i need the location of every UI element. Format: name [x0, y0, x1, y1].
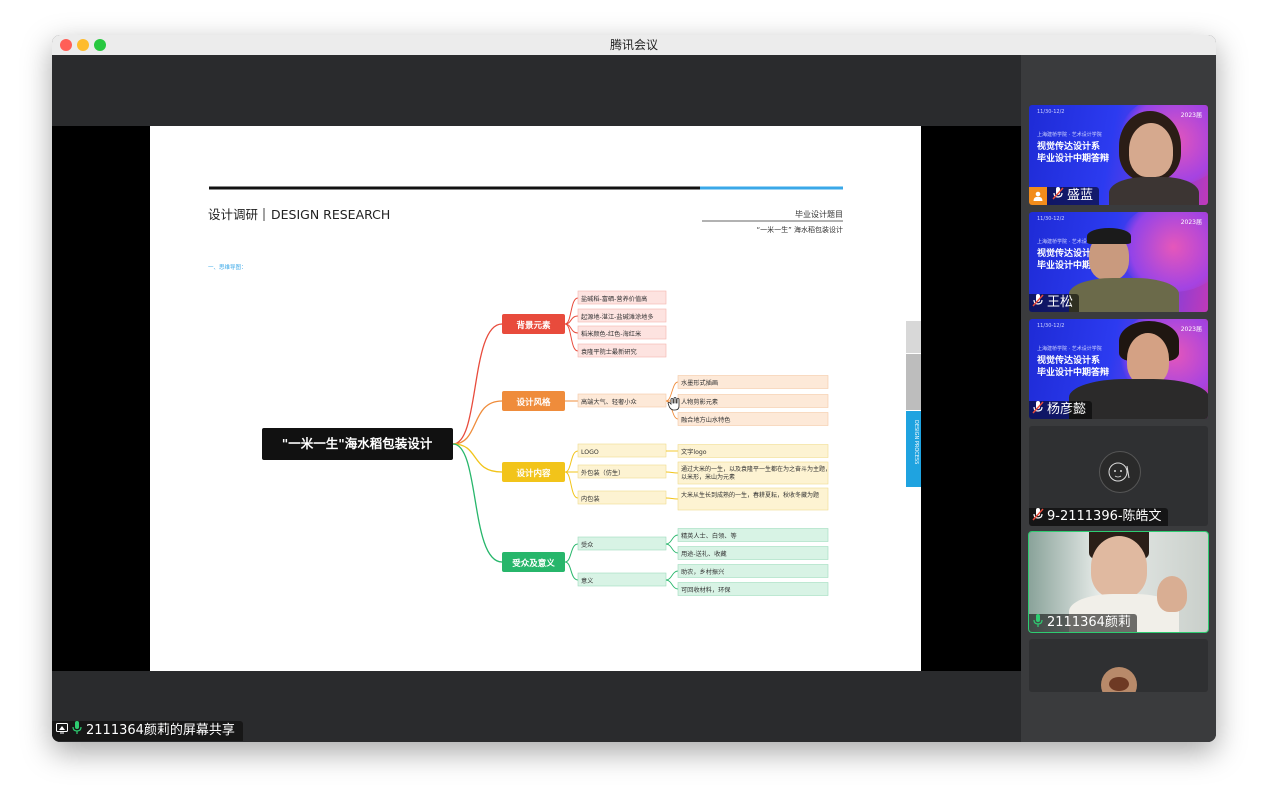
tile-banner-line-2: 毕业设计中期: [1037, 261, 1092, 271]
mindmap-branch-label: 设计风格: [516, 397, 551, 408]
mindmap-leaf-label: 通过大米的一生，以及袁隆平一生都在为之奋斗为主题，: [681, 465, 831, 473]
mic-muted-icon: [1032, 293, 1044, 313]
mindmap-branch-label: 设计内容: [516, 468, 551, 479]
mindmap-leaf-label: 文字logo: [681, 448, 707, 456]
participant-name: 王松: [1047, 295, 1074, 310]
meeting-window: 腾讯会议 设计调研 DESIGN RESEARCH 毕业设计题目 “一米一生” …: [52, 35, 1216, 742]
side-tab-2: [906, 354, 921, 410]
participant-name: 盛蓝: [1067, 188, 1094, 203]
screen-share-label-text: 2111364颜莉的屏幕共享: [86, 723, 235, 738]
participant-avatar: [1099, 451, 1141, 493]
mindmap-leaf-label: 可回收材料，环保: [681, 586, 731, 594]
mindmap-connector: [665, 497, 679, 500]
screen-share-area[interactable]: 设计调研 DESIGN RESEARCH 毕业设计题目 “一米一生” 海水稻包装…: [52, 55, 1021, 742]
participant-tile-active[interactable]: 2111364颜莉: [1028, 531, 1209, 633]
tile-year: 2023届: [1180, 112, 1202, 119]
participant-name: 杨彦懿: [1047, 402, 1087, 417]
mindmap-connector: [564, 561, 579, 581]
hand-cursor-icon: [667, 397, 680, 411]
mindmap-child-label: 高端大气、轻奢小众: [581, 398, 637, 406]
participant-tile[interactable]: 11/30-12/2 2023届 上海建桥学院 · 艺术设计学院 视觉传达设计系…: [1029, 319, 1208, 419]
host-badge-icon: [1029, 187, 1047, 205]
window-title: 腾讯会议: [609, 38, 658, 52]
mindmap-leaf-label: 融合地方山水特色: [681, 416, 731, 424]
mic-active-icon: [72, 721, 82, 741]
tile-year: 2023届: [1180, 326, 1202, 333]
mic-muted-icon: [1032, 400, 1044, 420]
mindmap-child-label: 盐碱稻-富硒-营养价值高: [581, 295, 647, 303]
mindmap-leaf-label: 水墨形式插画: [681, 379, 718, 387]
mindmap-child-label: 外包装（仿生）: [581, 469, 624, 477]
mindmap-child-label: 袁隆平院士最新研究: [581, 348, 637, 356]
tile-date: 11/30-12/2: [1037, 216, 1065, 222]
tile-banner-line-2: 毕业设计中期答辩: [1037, 368, 1110, 378]
topic-text: “一米一生” 海水稻包装设计: [757, 225, 843, 234]
mindmap-connector: [564, 543, 579, 563]
mindmap-leaf-label: 以米形，米山为元素: [681, 473, 735, 481]
participant-nameplate: 杨彦懿: [1029, 400, 1093, 420]
mindmap: "一米一生"海水稻包装设计 背景元素 盐碱稻-富硒-营养价值高起源地-湛江-盐碱滩涂…: [262, 290, 831, 596]
shared-slide: 设计调研 DESIGN RESEARCH 毕业设计题目 “一米一生” 海水稻包装…: [150, 126, 921, 671]
mindmap-child-label: 受众: [581, 541, 593, 549]
mindmap-root-label: "一米一生"海水稻包装设计: [282, 436, 433, 451]
screen-share-icon: [56, 721, 68, 741]
participant-nameplate: 9-2111396-陈皓文: [1029, 507, 1168, 527]
mindmap-branch-label: 受众及意义: [512, 558, 555, 569]
mindmap-leaf-label: 人物剪影元素: [681, 398, 718, 406]
tile-year: 2023届: [1180, 219, 1202, 226]
mindmap-leaf-label: 大米从生长到成熟的一生，春耕夏耘，秋收冬藏为题: [681, 491, 819, 499]
mindmap-connector: [564, 471, 579, 499]
participant-nameplate: 盛蓝: [1029, 186, 1100, 206]
mindmap-child-label: LOGO: [581, 449, 599, 456]
title-bar: 腾讯会议: [52, 35, 1216, 56]
mindmap-leaf-label: 精英人士、白领、等: [681, 532, 737, 540]
mindmap-leaf-label: 用途-送礼、收藏: [681, 550, 727, 558]
slide-heading-cn: 设计调研: [208, 207, 258, 222]
tile-date: 11/30-12/2: [1037, 323, 1065, 329]
participant-name: 9-2111396-陈皓文: [1047, 509, 1162, 524]
mindmap-child-label: 内包装: [581, 495, 600, 503]
mindmap-leaf-label: 助农，乡村振兴: [681, 568, 724, 576]
mindmap-connector: [564, 450, 579, 473]
mic-active-icon: [1032, 613, 1044, 633]
slide-canvas: 设计调研 DESIGN RESEARCH 毕业设计题目 “一米一生” 海水稻包装…: [208, 186, 921, 596]
side-tab-design-process-label: DESIGN PROCESS: [913, 420, 919, 464]
mindmap-connector: [564, 323, 579, 352]
participant-sidebar[interactable]: 11/30-12/2 2023届 上海建桥学院 · 艺术设计学院 视觉传达设计系…: [1021, 55, 1216, 742]
participant-tile[interactable]: 11/30-12/2 2023届 上海建桥学院 · 艺术设计学院 视觉传达设计系…: [1029, 105, 1208, 205]
mindmap-connector: [665, 543, 679, 554]
mindmap-child-label: 稻米颜色-红色-海红米: [581, 330, 641, 338]
mindmap-child-label: 起源地-湛江-盐碱滩涂地多: [581, 313, 654, 321]
participant-name: 2111364颜莉: [1047, 615, 1131, 630]
participant-tile[interactable]: 9-2111396-陈皓文: [1029, 426, 1208, 526]
mindmap-connector: [452, 443, 503, 563]
mic-muted-icon: [1032, 507, 1044, 527]
mindmap-connector: [452, 323, 503, 445]
slide-heading-en: DESIGN RESEARCH: [271, 207, 390, 222]
tile-banner-small: 上海建桥学院 · 艺术设计学院: [1037, 346, 1102, 352]
mindmap-child-label: 意义: [581, 577, 593, 585]
mindmap-connector: [665, 570, 679, 581]
participant-tile-partial[interactable]: [1029, 639, 1208, 692]
mindmap-connector: [665, 579, 679, 590]
mic-muted-icon: [1052, 186, 1064, 206]
mindmap-branch-label: 背景元素: [516, 320, 551, 331]
topic-label: 毕业设计题目: [795, 209, 843, 219]
mindmap-connector: [665, 471, 679, 474]
tile-banner-line-2: 毕业设计中期答辩: [1037, 154, 1110, 164]
participant-tile[interactable]: 11/30-12/2 2023届 上海建桥学院 · 艺术设计学院 视觉传达设计 …: [1029, 212, 1208, 312]
section-label: 一、思维导图：: [208, 263, 247, 271]
tile-date: 11/30-12/2: [1037, 109, 1065, 115]
mindmap-connector: [665, 534, 679, 545]
side-tab-1: [906, 321, 921, 353]
mindmap-connector: [452, 400, 503, 445]
participant-nameplate: 王松: [1029, 293, 1080, 313]
avatar-doodle-icon: [1108, 462, 1130, 482]
screen-share-label: 2111364颜莉的屏幕共享: [52, 721, 243, 741]
tile-banner-small: 上海建桥学院 · 艺术设计学院: [1037, 132, 1102, 138]
participant-nameplate: 2111364颜莉: [1029, 613, 1137, 633]
